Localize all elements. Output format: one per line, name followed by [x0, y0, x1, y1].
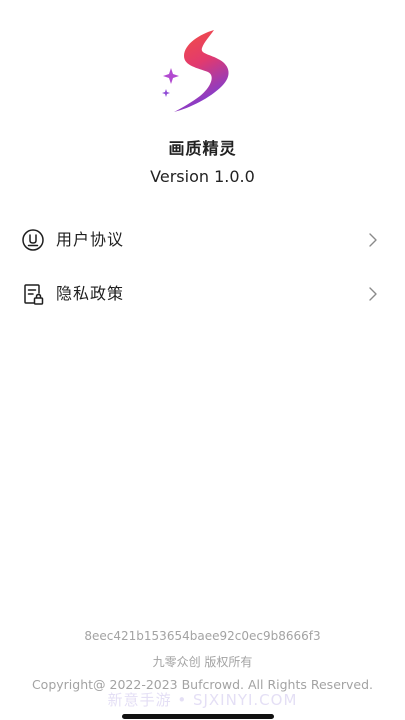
app-name: 画质精灵 — [168, 139, 237, 158]
company-rights: 九零众创 版权所有 — [152, 655, 253, 669]
chevron-right-icon — [369, 233, 377, 247]
build-hash: 8eec421b153654baee92c0ec9b8666f3 — [84, 629, 321, 643]
chevron-right-icon — [369, 287, 377, 301]
menu-item-user-agreement[interactable]: 用户协议 — [0, 214, 405, 266]
app-logo-icon — [162, 30, 229, 112]
home-indicator[interactable] — [122, 714, 274, 719]
menu-item-privacy-policy[interactable]: 隐私政策 — [0, 268, 405, 320]
app-version: Version 1.0.0 — [150, 167, 255, 186]
privacy-policy-icon — [24, 284, 44, 305]
user-agreement-icon — [22, 229, 44, 251]
menu-item-label: 隐私政策 — [56, 284, 125, 303]
watermark-text: 新意手游 • SJXINYI.COM — [107, 691, 298, 709]
menu-item-label: 用户协议 — [56, 230, 125, 249]
